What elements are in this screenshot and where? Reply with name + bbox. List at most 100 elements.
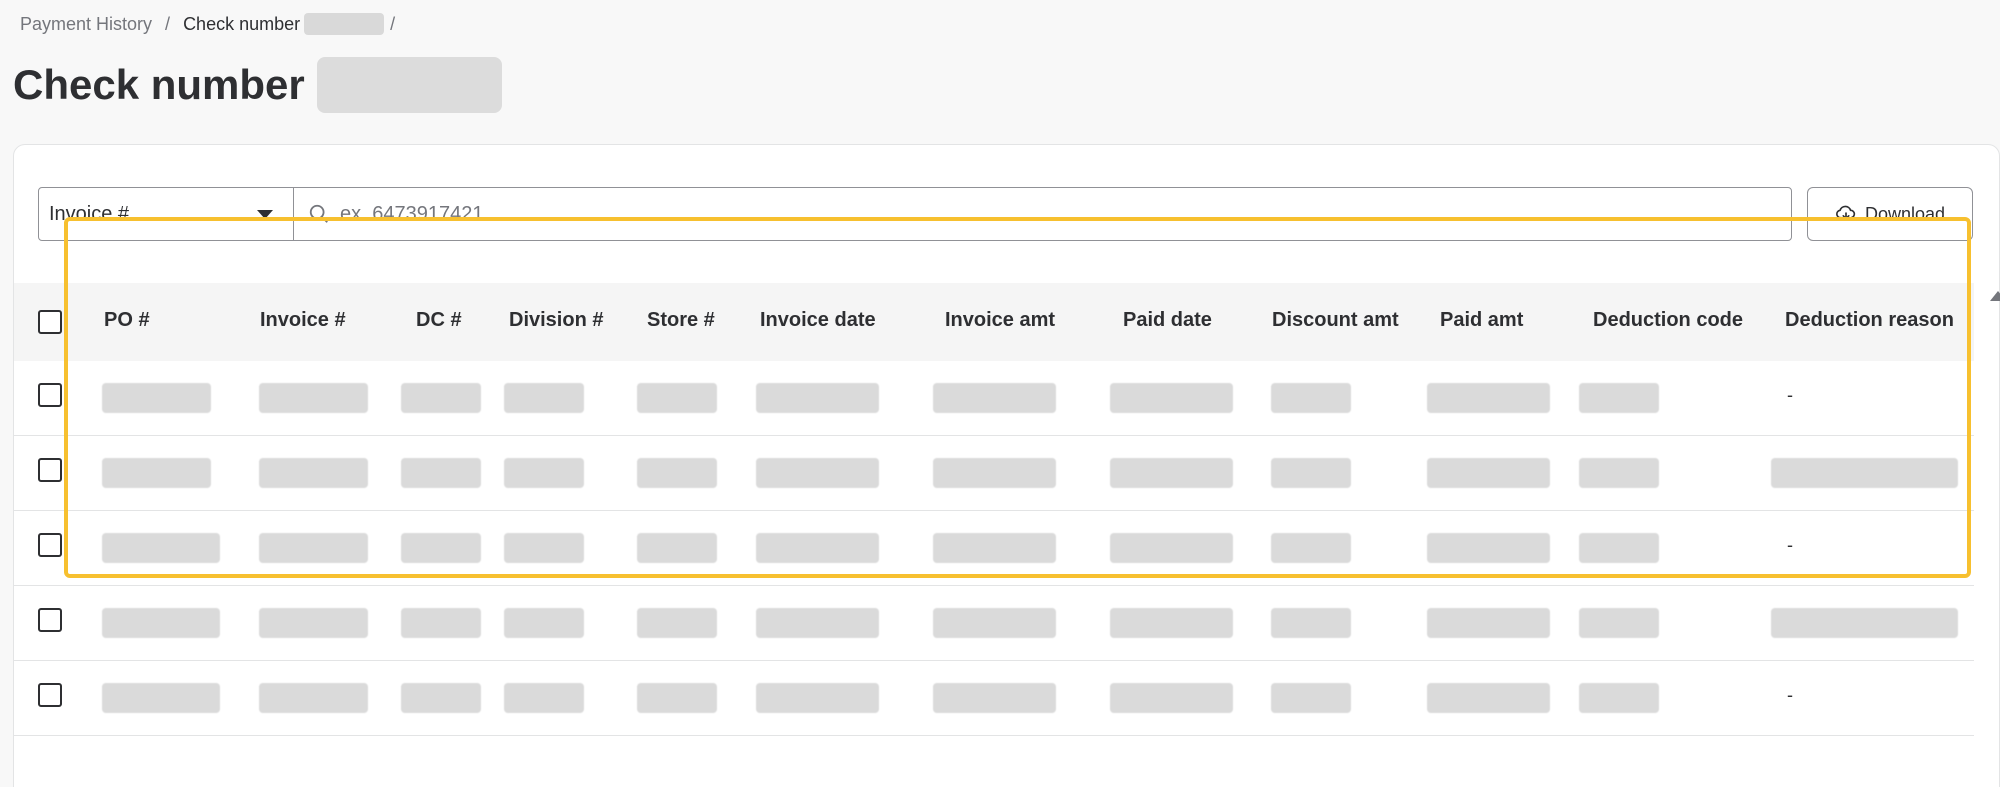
column-header[interactable]: Store # [647, 309, 715, 332]
redacted-cell [259, 608, 368, 638]
column-header[interactable]: Paid amt [1440, 309, 1523, 332]
filter-type-value: Invoice # [49, 202, 130, 225]
column-header[interactable]: DC # [416, 309, 462, 332]
redacted-cell [637, 533, 717, 563]
deduction-reason: - [1787, 535, 1793, 555]
redacted-cell [102, 533, 220, 563]
table-header: PO # Invoice # DC # Division # Store # I… [14, 283, 1974, 361]
redacted-cell [259, 683, 368, 713]
search-icon [308, 203, 330, 225]
redacted-cell [756, 608, 879, 638]
redacted-cell [102, 383, 211, 413]
redacted-cell [102, 683, 220, 713]
redacted-cell [756, 383, 879, 413]
row-checkbox[interactable] [38, 533, 62, 557]
redacted-cell [504, 683, 584, 713]
redacted-cell [1427, 383, 1550, 413]
redacted-cell [504, 533, 584, 563]
redacted-check-number [316, 57, 502, 113]
redacted-cell [933, 608, 1056, 638]
redacted-cell [504, 383, 584, 413]
breadcrumb: Payment History / Check number / [20, 13, 395, 35]
redacted-cell [1110, 608, 1233, 638]
redacted-cell [637, 683, 717, 713]
redacted-cell [102, 458, 211, 488]
scroll-up-icon[interactable] [1990, 291, 2000, 301]
row-checkbox[interactable] [38, 458, 62, 482]
redacted-cell [1427, 458, 1550, 488]
redacted-cell [1579, 533, 1659, 563]
deduction-reason: - [1787, 385, 1793, 405]
redacted-cell [1579, 683, 1659, 713]
redacted-cell [102, 608, 220, 638]
table-row[interactable] [14, 586, 1974, 661]
column-header[interactable]: Deduction reason [1785, 309, 1954, 332]
column-header[interactable]: Invoice date [760, 309, 876, 332]
redacted-cell [1579, 458, 1659, 488]
redacted-cell [504, 458, 584, 488]
table-row[interactable]: - [14, 661, 1974, 736]
redacted-cell [1271, 683, 1351, 713]
redacted-cell [1579, 383, 1659, 413]
payments-table: PO # Invoice # DC # Division # Store # I… [14, 283, 1974, 736]
redacted-cell [1771, 608, 1958, 638]
redacted-cell [1110, 533, 1233, 563]
redacted-cell [401, 533, 481, 563]
redacted-cell [933, 533, 1056, 563]
select-all-checkbox[interactable] [38, 310, 62, 334]
download-button[interactable]: Download [1807, 187, 1973, 241]
breadcrumb-check-number: Check number [183, 13, 301, 34]
table-row[interactable]: - [14, 511, 1974, 586]
redacted-cell [259, 383, 368, 413]
search-input[interactable] [340, 202, 1740, 226]
breadcrumb-separator: / [390, 13, 396, 34]
redacted-cell [1271, 533, 1351, 563]
column-header[interactable]: Invoice # [260, 309, 346, 332]
redacted-check-number [304, 13, 385, 35]
table-row[interactable]: - [14, 361, 1974, 436]
column-header[interactable]: Paid date [1123, 309, 1212, 332]
row-checkbox[interactable] [38, 683, 62, 707]
redacted-cell [504, 608, 584, 638]
column-header[interactable]: PO # [104, 309, 150, 332]
redacted-cell [756, 683, 879, 713]
redacted-cell [933, 383, 1056, 413]
redacted-cell [756, 533, 879, 563]
redacted-cell [756, 458, 879, 488]
redacted-cell [401, 458, 481, 488]
redacted-cell [933, 458, 1056, 488]
redacted-cell [1271, 458, 1351, 488]
page-title: Check number [13, 57, 502, 113]
redacted-cell [1110, 383, 1233, 413]
deduction-reason: - [1787, 685, 1793, 705]
breadcrumb-separator: / [165, 13, 171, 34]
redacted-cell [401, 683, 481, 713]
column-header[interactable]: Deduction code [1593, 309, 1743, 332]
redacted-cell [259, 458, 368, 488]
redacted-cell [401, 383, 481, 413]
download-label: Download [1864, 203, 1946, 224]
redacted-cell [637, 458, 717, 488]
row-checkbox[interactable] [38, 383, 62, 407]
redacted-cell [1110, 458, 1233, 488]
redacted-cell [1579, 608, 1659, 638]
page-title-text: Check number [13, 61, 305, 108]
redacted-cell [1110, 683, 1233, 713]
redacted-cell [1271, 383, 1351, 413]
column-header[interactable]: Discount amt [1272, 309, 1399, 332]
redacted-cell [401, 608, 481, 638]
redacted-cell [1427, 683, 1550, 713]
redacted-cell [1427, 533, 1550, 563]
breadcrumb-payment-history[interactable]: Payment History [20, 14, 152, 35]
caret-down-icon [257, 210, 273, 219]
cloud-download-icon [1836, 205, 1856, 220]
filter-type-select[interactable]: Invoice # [38, 187, 294, 241]
table-row[interactable] [14, 436, 1974, 511]
redacted-cell [637, 608, 717, 638]
row-checkbox[interactable] [38, 608, 62, 632]
column-header[interactable]: Division # [509, 309, 603, 332]
redacted-cell [933, 683, 1056, 713]
search-field[interactable] [293, 187, 1792, 241]
column-header[interactable]: Invoice amt [945, 309, 1055, 332]
redacted-cell [637, 383, 717, 413]
